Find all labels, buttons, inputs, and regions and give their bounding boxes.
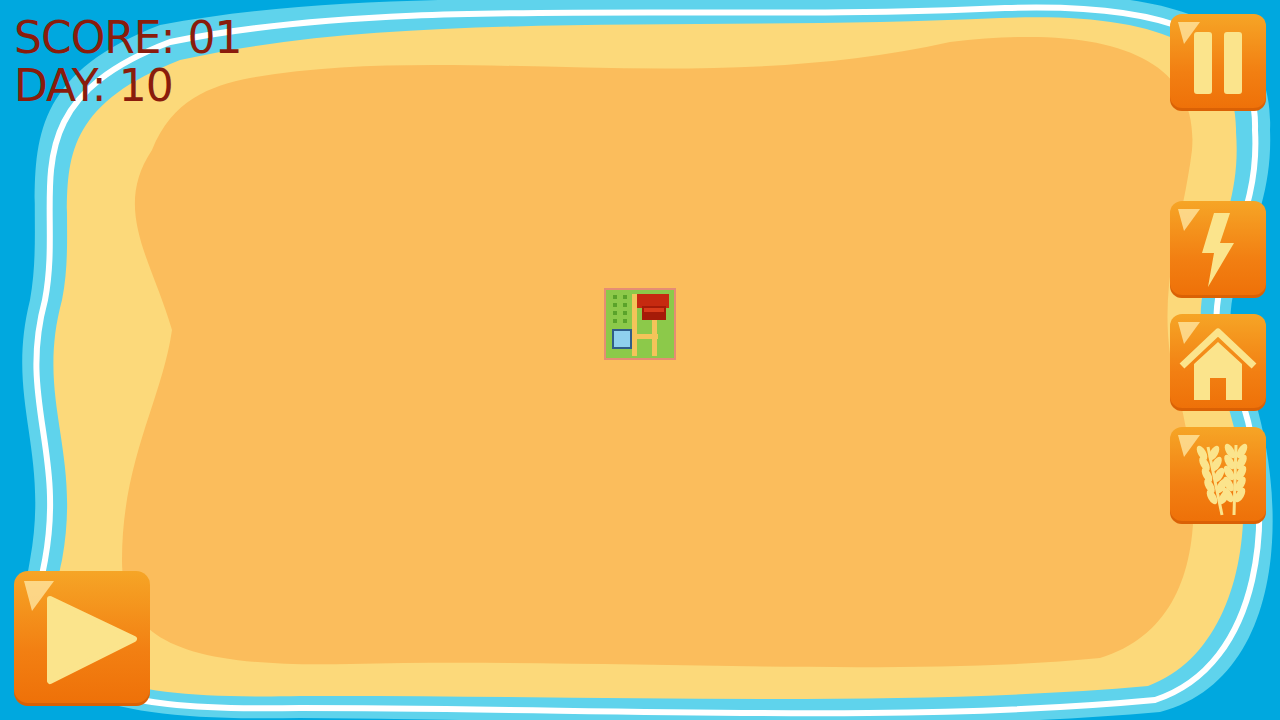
power-button[interactable] — [1170, 201, 1266, 298]
score-label: SCORE: 01 — [14, 14, 241, 62]
house-button[interactable] — [1170, 314, 1266, 411]
right-column — [1170, 14, 1266, 706]
hud-stats: SCORE: 01DAY: 10 — [14, 14, 241, 111]
farm-icon — [1170, 427, 1266, 524]
left-column: SCORE: 01DAY: 10 — [14, 14, 241, 706]
house-icon — [1170, 314, 1266, 411]
pause-button[interactable] — [1170, 14, 1266, 111]
farm-building-icon[interactable] — [604, 288, 676, 360]
play-button[interactable] — [14, 571, 150, 706]
game-stage: SCORE: 01DAY: 10 — [0, 0, 1280, 720]
day-label: DAY: 10 — [14, 62, 241, 110]
pause-icon — [1170, 14, 1266, 111]
island-map — [0, 0, 1280, 720]
play-icon — [14, 571, 150, 706]
farm-button[interactable] — [1170, 427, 1266, 524]
hud-layer: SCORE: 01DAY: 10 — [0, 0, 1280, 720]
power-icon — [1170, 201, 1266, 298]
action-buttons — [1170, 201, 1266, 524]
